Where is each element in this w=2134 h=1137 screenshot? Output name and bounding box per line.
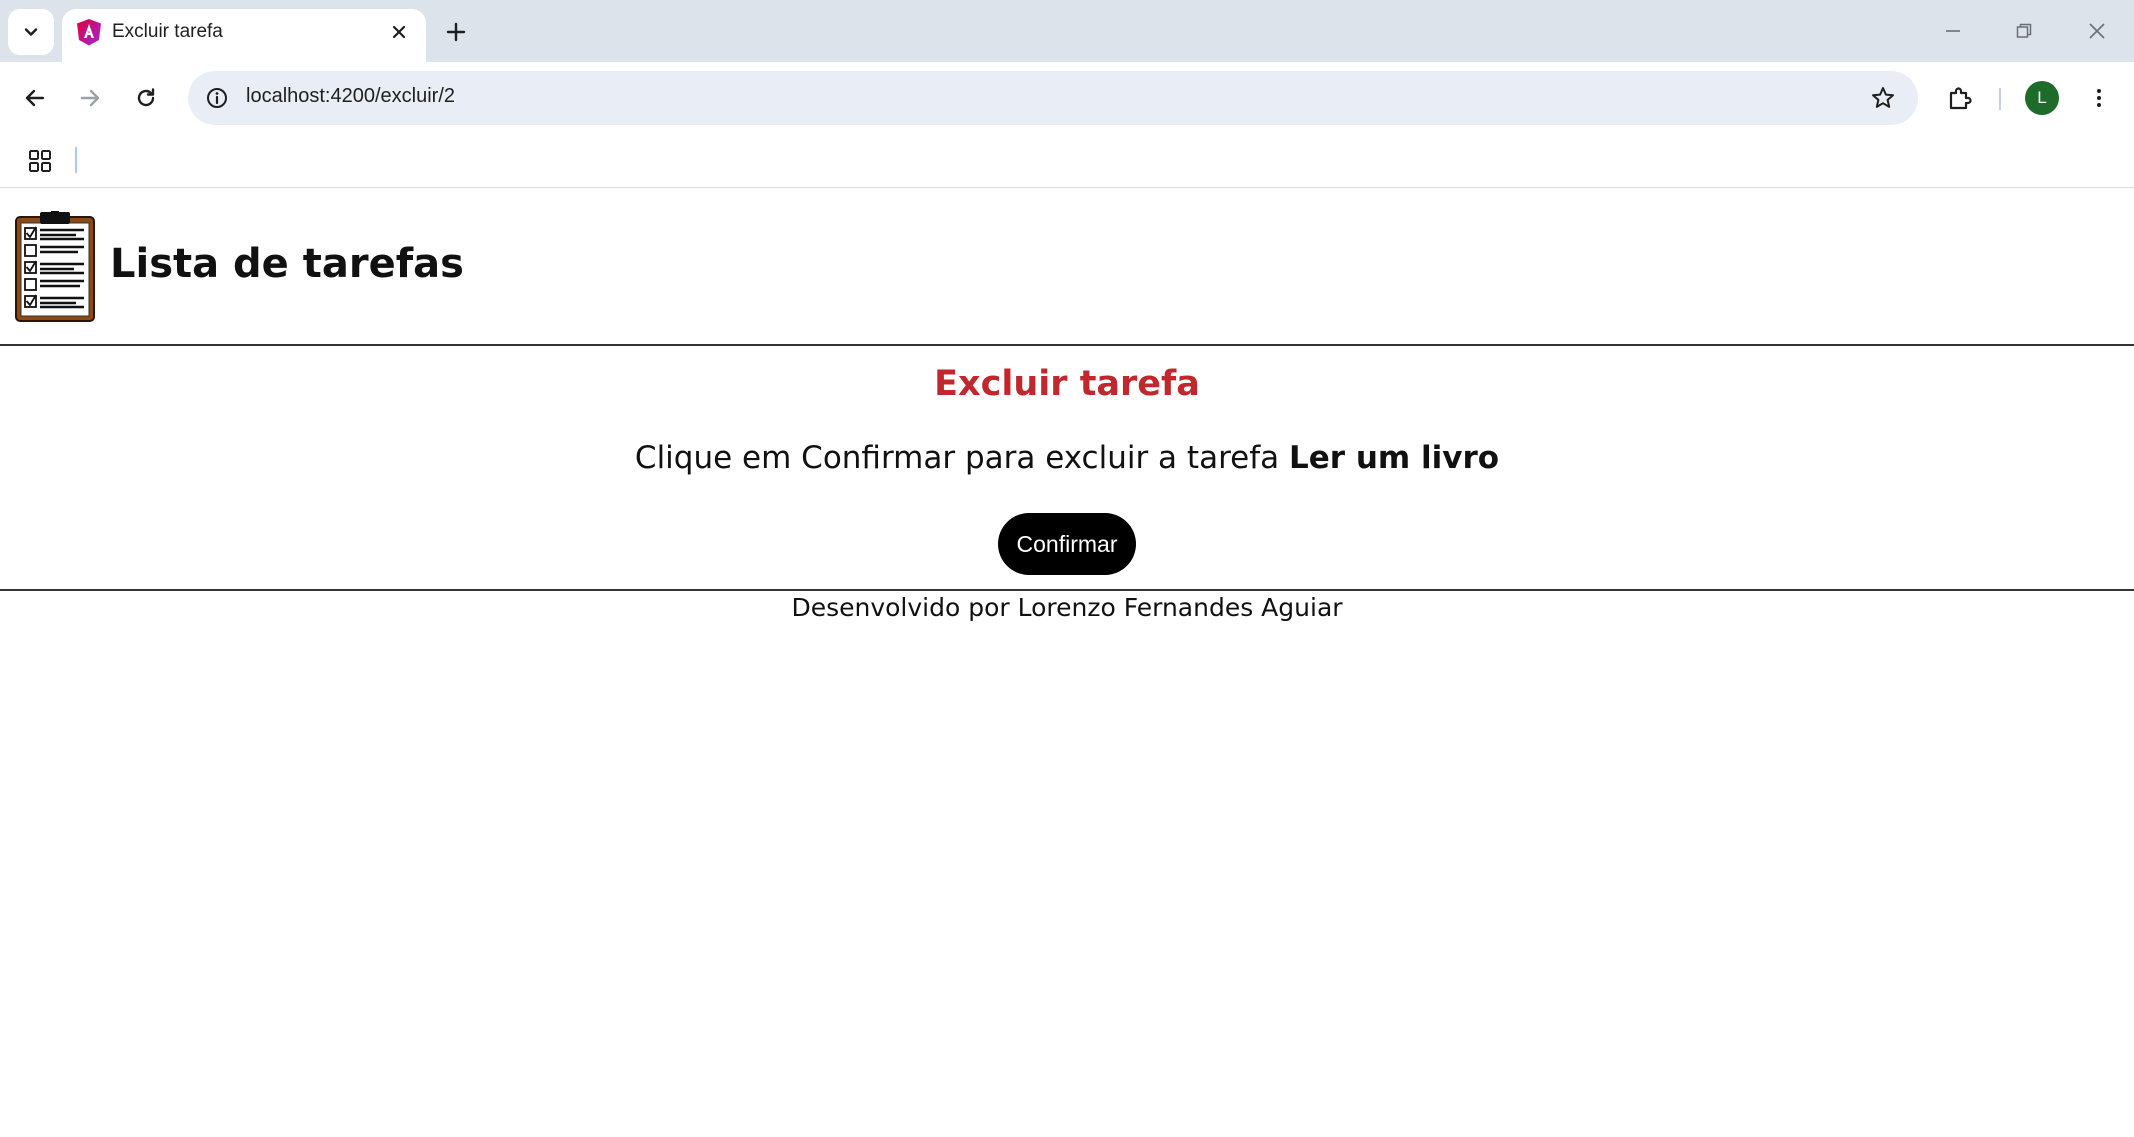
url-text[interactable]: localhost:4200/excluir/2: [246, 85, 455, 108]
site-info-button[interactable]: [200, 81, 234, 115]
extensions-button[interactable]: [1938, 76, 1982, 120]
restore-button[interactable]: [1999, 10, 2049, 52]
app-header: Lista de tarefas: [0, 189, 2134, 346]
chevron-down-icon: [24, 28, 38, 36]
forward-button[interactable]: [68, 76, 112, 120]
back-button[interactable]: [13, 76, 57, 120]
window-close-button[interactable]: [2072, 10, 2122, 52]
confirm-button[interactable]: Confirmar: [998, 513, 1136, 575]
page-content: Lista de tarefas Excluir tarefa Clique e…: [0, 189, 2134, 1137]
new-tab-button[interactable]: [438, 14, 474, 50]
tab-close-button[interactable]: [382, 15, 416, 49]
puzzle-piece-icon: [1949, 87, 1972, 110]
footer-credit: Desenvolvido por Lorenzo Fernandes Aguia…: [791, 593, 1343, 622]
delete-heading: Excluir tarefa: [934, 364, 1200, 404]
close-icon: [2089, 23, 2105, 39]
reload-icon: [137, 88, 155, 107]
delete-task-section: Excluir tarefa Clique em Confirmar para …: [0, 348, 2134, 591]
arrow-left-icon: [25, 89, 45, 107]
toolbar-divider: [1999, 88, 2001, 110]
confirm-message: Clique em Confirmar para excluir a taref…: [0, 440, 2134, 476]
bookmarks-bar: [0, 134, 2134, 188]
browser-toolbar: localhost:4200/excluir/2 L: [0, 62, 2134, 134]
task-name: Ler um livro: [1288, 440, 1500, 476]
info-icon: [207, 88, 227, 108]
apps-button[interactable]: [22, 143, 58, 179]
browser-tabstrip: Excluir tarefa: [0, 0, 2134, 62]
confirm-message-prefix: Clique em Confirmar para excluir a taref…: [634, 440, 1280, 476]
bookmark-star-button[interactable]: [1866, 81, 1900, 115]
star-icon: [1872, 87, 1894, 108]
plus-icon: [446, 22, 466, 42]
profile-avatar[interactable]: L: [2025, 81, 2059, 115]
minimize-button[interactable]: [1928, 10, 1978, 52]
restore-icon: [2016, 23, 2032, 38]
address-bar[interactable]: localhost:4200/excluir/2: [188, 71, 1918, 125]
kebab-menu-icon: [2097, 89, 2101, 107]
apps-grid-icon: [29, 150, 51, 172]
tab-search-button[interactable]: [8, 9, 54, 55]
browser-menu-button[interactable]: [2077, 76, 2121, 120]
active-tab[interactable]: Excluir tarefa: [62, 9, 426, 62]
angular-favicon-icon: [77, 19, 101, 46]
close-icon: [392, 25, 406, 39]
minimize-icon: [1946, 30, 1960, 32]
reload-button[interactable]: [124, 76, 168, 120]
app-title: Lista de tarefas: [110, 241, 464, 287]
arrow-right-icon: [80, 89, 100, 107]
clipboard-checklist-icon: [15, 211, 95, 322]
tab-title: Excluir tarefa: [112, 21, 223, 42]
bookmarks-divider: [75, 147, 77, 173]
